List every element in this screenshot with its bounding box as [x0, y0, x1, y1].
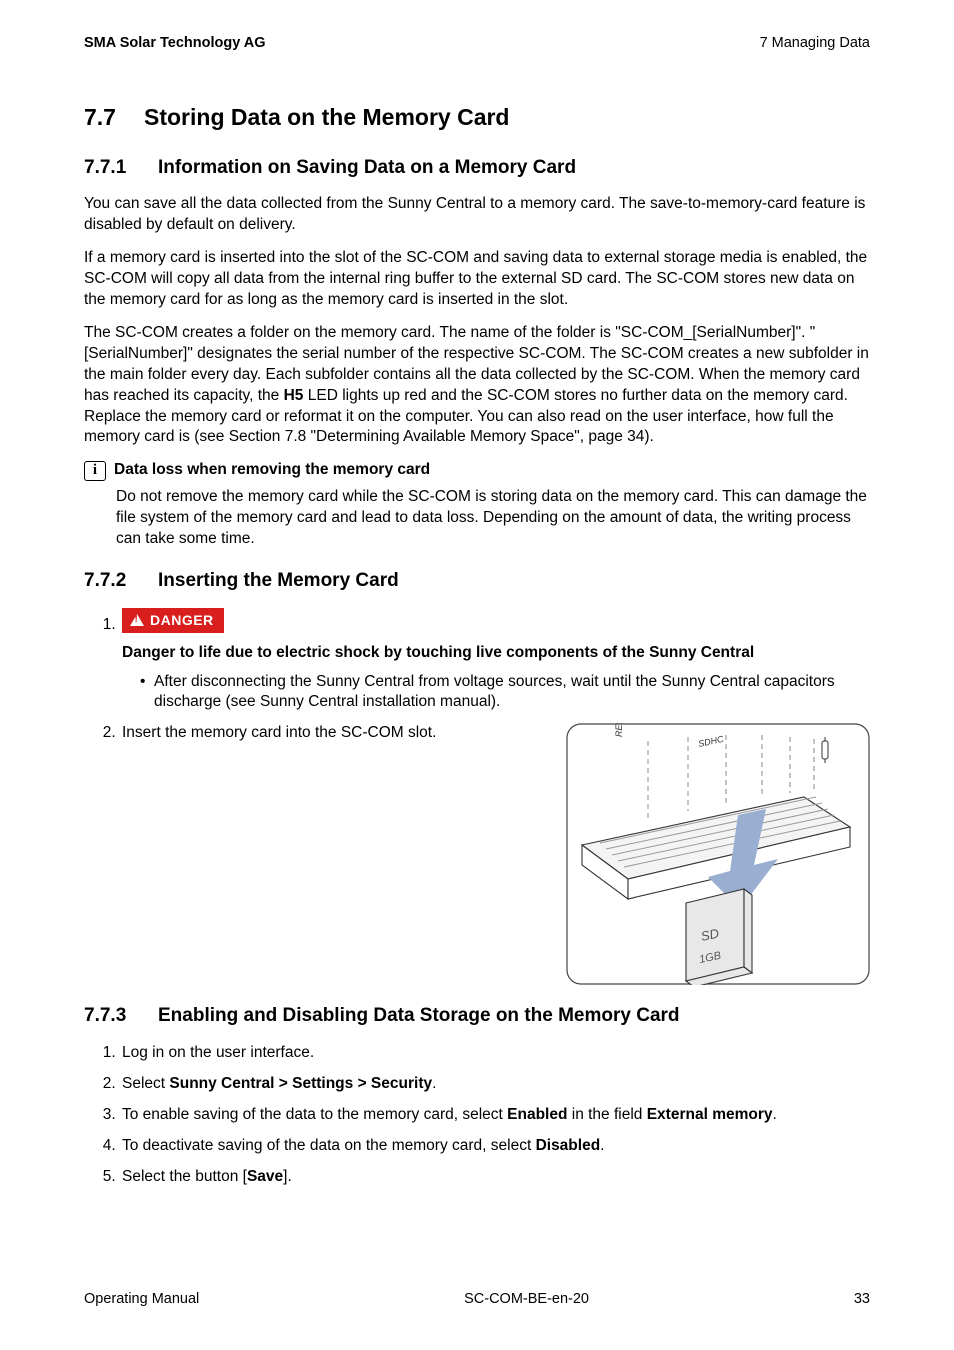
danger-title: Danger to life due to electric shock by … [122, 643, 870, 664]
heading-number: 7.7.3 [84, 1003, 158, 1029]
sd-slot-illustration: RESET SDHC POWER 500 mA [566, 723, 870, 985]
text: . [432, 1075, 436, 1092]
step-2: Insert the memory card into the SC-COM s… [120, 723, 870, 985]
procedure-list: Log in on the user interface. Select Sun… [84, 1043, 870, 1188]
danger-label: DANGER [150, 611, 214, 630]
reset-label: RESET [614, 723, 624, 737]
heading-number: 7.7.2 [84, 568, 158, 594]
heading-title: Storing Data on the Memory Card [144, 102, 509, 133]
text: ]. [283, 1168, 292, 1185]
heading-title: Enabling and Disabling Data Storage on t… [158, 1003, 680, 1029]
field-value: Enabled [507, 1106, 567, 1123]
danger-bullets: After disconnecting the Sunny Central fr… [122, 672, 870, 714]
page: SMA Solar Technology AG 7 Managing Data … [0, 0, 954, 1350]
footer-left: Operating Manual [84, 1290, 199, 1310]
info-note: i Data loss when removing the memory car… [84, 460, 870, 550]
step: Select the button [Save]. [120, 1167, 870, 1188]
footer-page-number: 33 [854, 1290, 870, 1310]
warning-triangle-icon [130, 614, 144, 626]
text: . [773, 1106, 777, 1123]
page-footer: Operating Manual SC-COM-BE-en-20 33 [84, 1290, 870, 1310]
heading-7-7: 7.7 Storing Data on the Memory Card [84, 102, 870, 133]
text: To enable saving of the data to the memo… [122, 1106, 507, 1123]
step: To enable saving of the data to the memo… [120, 1105, 870, 1126]
header-company: SMA Solar Technology AG [84, 34, 266, 54]
heading-7-7-2: 7.7.2 Inserting the Memory Card [84, 568, 870, 594]
bullet: After disconnecting the Sunny Central fr… [154, 672, 870, 714]
step: To deactivate saving of the data on the … [120, 1136, 870, 1157]
paragraph: If a memory card is inserted into the sl… [84, 248, 870, 311]
text: Select the button [ [122, 1168, 247, 1185]
menu-path: Sunny Central > Settings > Security [169, 1075, 432, 1092]
info-body: Do not remove the memory card while the … [116, 487, 870, 550]
text: To deactivate saving of the data on the … [122, 1137, 536, 1154]
heading-number: 7.7 [84, 102, 144, 133]
led-name: H5 [284, 387, 304, 404]
page-header: SMA Solar Technology AG 7 Managing Data [84, 34, 870, 54]
field-name: External memory [647, 1106, 773, 1123]
footer-center: SC-COM-BE-en-20 [464, 1290, 589, 1310]
text: Select [122, 1075, 169, 1092]
text: . [600, 1137, 604, 1154]
paragraph: You can save all the data collected from… [84, 194, 870, 236]
paragraph: The SC-COM creates a folder on the memor… [84, 323, 870, 449]
danger-badge: DANGER [122, 608, 224, 633]
heading-number: 7.7.1 [84, 155, 158, 181]
step-text: Insert the memory card into the SC-COM s… [122, 723, 546, 744]
info-icon: i [84, 461, 106, 481]
heading-title: Inserting the Memory Card [158, 568, 399, 594]
info-header: i Data loss when removing the memory car… [84, 460, 870, 481]
button-name: Save [247, 1168, 283, 1185]
heading-7-7-1: 7.7.1 Information on Saving Data on a Me… [84, 155, 870, 181]
step-1: DANGER Danger to life due to electric sh… [120, 608, 870, 714]
info-title: Data loss when removing the memory card [114, 460, 430, 481]
heading-7-7-3: 7.7.3 Enabling and Disabling Data Storag… [84, 1003, 870, 1029]
step: Log in on the user interface. [120, 1043, 870, 1064]
header-section: 7 Managing Data [760, 34, 870, 54]
field-value: Disabled [536, 1137, 601, 1154]
procedure-list: DANGER Danger to life due to electric sh… [84, 608, 870, 986]
heading-title: Information on Saving Data on a Memory C… [158, 155, 576, 181]
text: in the field [567, 1106, 646, 1123]
step: Select Sunny Central > Settings > Securi… [120, 1074, 870, 1095]
